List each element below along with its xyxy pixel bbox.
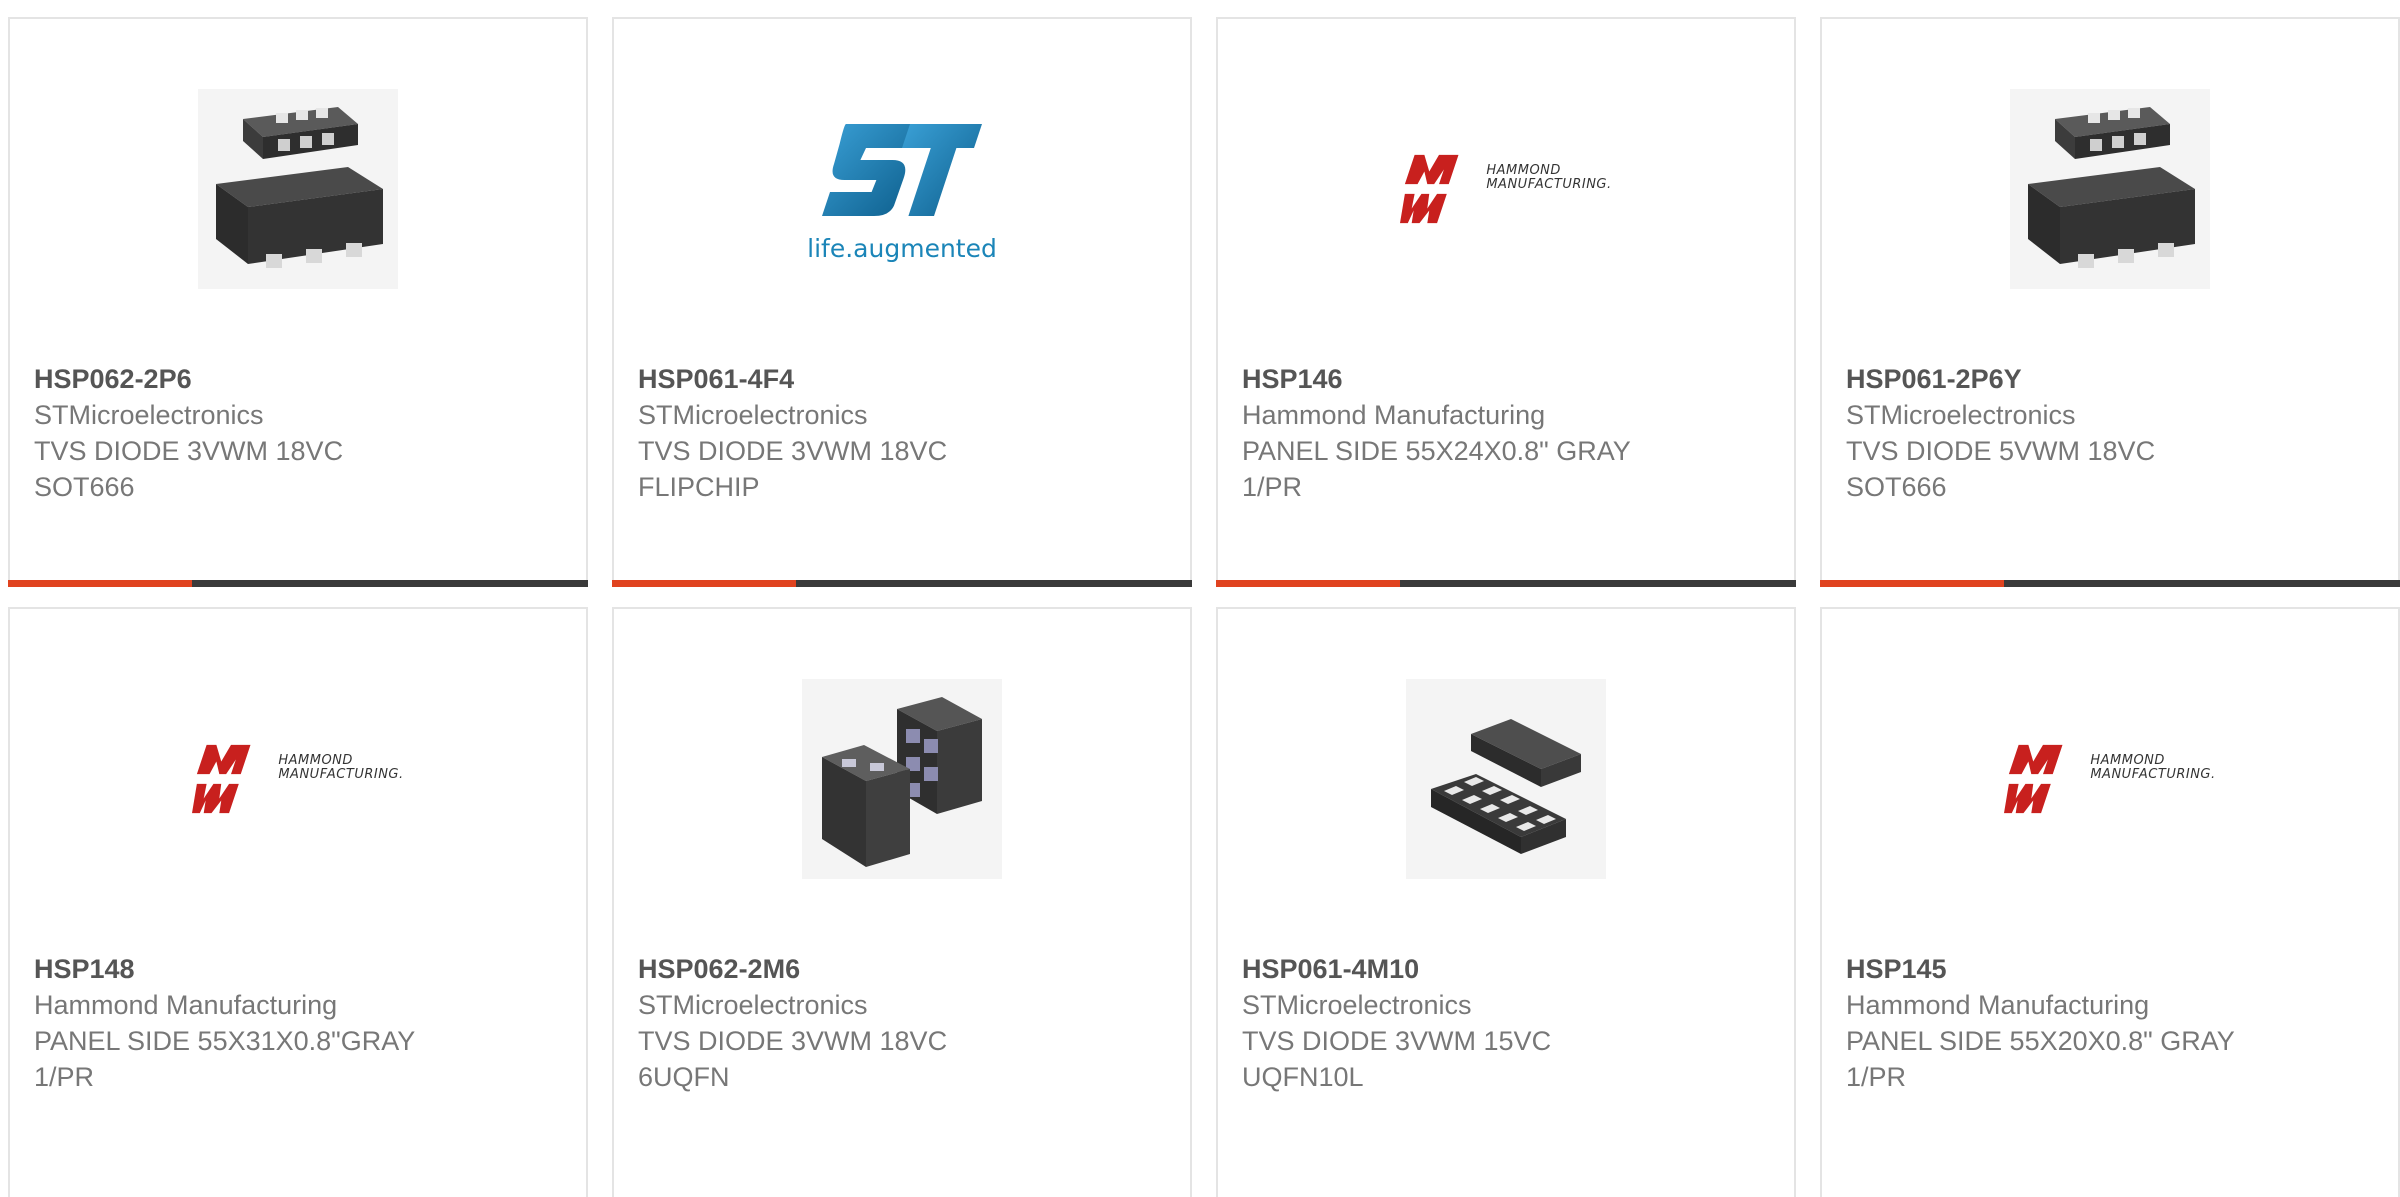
product-image[interactable]: HAMMOND MANUFACTURING. (1822, 679, 2398, 879)
manufacturer-name: Hammond Manufacturing (1846, 990, 2150, 1020)
uqfn6-package-image (802, 679, 1002, 879)
part-number[interactable]: HSP062-2M6 (638, 951, 1166, 987)
product-info: HSP148 Hammond Manufacturing PANEL SIDE … (34, 951, 562, 1095)
card-bar-accent (1820, 580, 2004, 587)
hammond-logo-image: HAMMOND MANUFACTURING. (1400, 150, 1611, 228)
card-bottom-bar (1216, 580, 1796, 587)
part-number[interactable]: HSP061-2P6Y (1846, 361, 2374, 397)
product-image[interactable] (614, 679, 1190, 879)
hammond-logo-image: HAMMOND MANUFACTURING. (192, 740, 403, 818)
part-number[interactable]: HSP062-2P6 (34, 361, 562, 397)
product-image[interactable] (1822, 89, 2398, 289)
product-card[interactable]: HAMMOND MANUFACTURING. HSP146 Hammond Ma… (1216, 17, 1796, 587)
card-bottom-bar (8, 580, 588, 587)
hammond-logo-icon (1400, 150, 1478, 228)
product-info: HSP146 Hammond Manufacturing PANEL SIDE … (1242, 361, 1770, 505)
product-info: HSP062-2P6 STMicroelectronics TVS DIODE … (34, 361, 562, 505)
logo-text: MANUFACTURING. (2090, 767, 2216, 782)
product-card[interactable]: life.augmented HSP061-4F4 STMicroelectro… (612, 17, 1192, 587)
product-description: PANEL SIDE 55X31X0.8"GRAY 1/PR (34, 1026, 415, 1092)
product-card[interactable]: HSP061-2P6Y STMicroelectronics TVS DIODE… (1820, 17, 2400, 587)
part-number[interactable]: HSP146 (1242, 361, 1770, 397)
product-description: PANEL SIDE 55X24X0.8" GRAY 1/PR (1242, 436, 1631, 502)
hammond-logo-icon (192, 740, 270, 818)
logo-text: MANUFACTURING. (1486, 177, 1612, 192)
product-image[interactable]: life.augmented (614, 89, 1190, 289)
manufacturer-name: Hammond Manufacturing (34, 990, 338, 1020)
sot666-package-image (2010, 89, 2210, 289)
hammond-logo-icon (2004, 740, 2082, 818)
product-card[interactable]: HAMMOND MANUFACTURING. HSP148 Hammond Ma… (8, 607, 588, 1197)
product-description: PANEL SIDE 55X20X0.8" GRAY 1/PR (1846, 1026, 2235, 1092)
product-info: HSP145 Hammond Manufacturing PANEL SIDE … (1846, 951, 2374, 1095)
manufacturer-name: Hammond Manufacturing (1242, 400, 1546, 430)
logo-text: HAMMOND (278, 753, 353, 768)
sot666-package-image (198, 89, 398, 289)
product-description: TVS DIODE 3VWM 18VC SOT666 (34, 436, 344, 502)
logo-text: HAMMOND (1486, 163, 1561, 178)
product-description: TVS DIODE 3VWM 18VC FLIPCHIP (638, 436, 948, 502)
product-card[interactable]: HSP061-4M10 STMicroelectronics TVS DIODE… (1216, 607, 1796, 1197)
product-image[interactable] (1218, 679, 1794, 879)
card-bar-accent (8, 580, 192, 587)
logo-text: HAMMOND (2090, 753, 2165, 768)
product-card[interactable]: HAMMOND MANUFACTURING. HSP145 Hammond Ma… (1820, 607, 2400, 1197)
card-bottom-bar (1820, 580, 2400, 587)
logo-text: MANUFACTURING. (278, 767, 404, 782)
product-description: TVS DIODE 5VWM 18VC SOT666 (1846, 436, 2156, 502)
product-info: HSP061-2P6Y STMicroelectronics TVS DIODE… (1846, 361, 2374, 505)
product-grid: HSP062-2P6 STMicroelectronics TVS DIODE … (8, 17, 2400, 1197)
manufacturer-name: STMicroelectronics (638, 400, 868, 430)
uqfn10-package-image (1406, 679, 1606, 879)
card-bottom-bar (612, 580, 1192, 587)
st-logo-image: life.augmented (802, 116, 1002, 263)
product-info: HSP062-2M6 STMicroelectronics TVS DIODE … (638, 951, 1166, 1095)
product-description: TVS DIODE 3VWM 15VC UQFN10L (1242, 1026, 1552, 1092)
manufacturer-name: STMicroelectronics (1846, 400, 2076, 430)
manufacturer-name: STMicroelectronics (34, 400, 264, 430)
manufacturer-name: STMicroelectronics (638, 990, 868, 1020)
part-number[interactable]: HSP061-4F4 (638, 361, 1166, 397)
product-info: HSP061-4M10 STMicroelectronics TVS DIODE… (1242, 951, 1770, 1095)
st-logo-icon (802, 116, 1002, 236)
part-number[interactable]: HSP145 (1846, 951, 2374, 987)
logo-tagline: life.augmented (807, 233, 997, 263)
product-card[interactable]: HSP062-2P6 STMicroelectronics TVS DIODE … (8, 17, 588, 587)
product-image[interactable] (10, 89, 586, 289)
product-image[interactable]: HAMMOND MANUFACTURING. (1218, 89, 1794, 289)
part-number[interactable]: HSP148 (34, 951, 562, 987)
part-number[interactable]: HSP061-4M10 (1242, 951, 1770, 987)
hammond-logo-image: HAMMOND MANUFACTURING. (2004, 740, 2215, 818)
product-image[interactable]: HAMMOND MANUFACTURING. (10, 679, 586, 879)
product-description: TVS DIODE 3VWM 18VC 6UQFN (638, 1026, 948, 1092)
card-bar-accent (1216, 580, 1400, 587)
card-bar-accent (612, 580, 796, 587)
product-card[interactable]: HSP062-2M6 STMicroelectronics TVS DIODE … (612, 607, 1192, 1197)
product-info: HSP061-4F4 STMicroelectronics TVS DIODE … (638, 361, 1166, 505)
manufacturer-name: STMicroelectronics (1242, 990, 1472, 1020)
